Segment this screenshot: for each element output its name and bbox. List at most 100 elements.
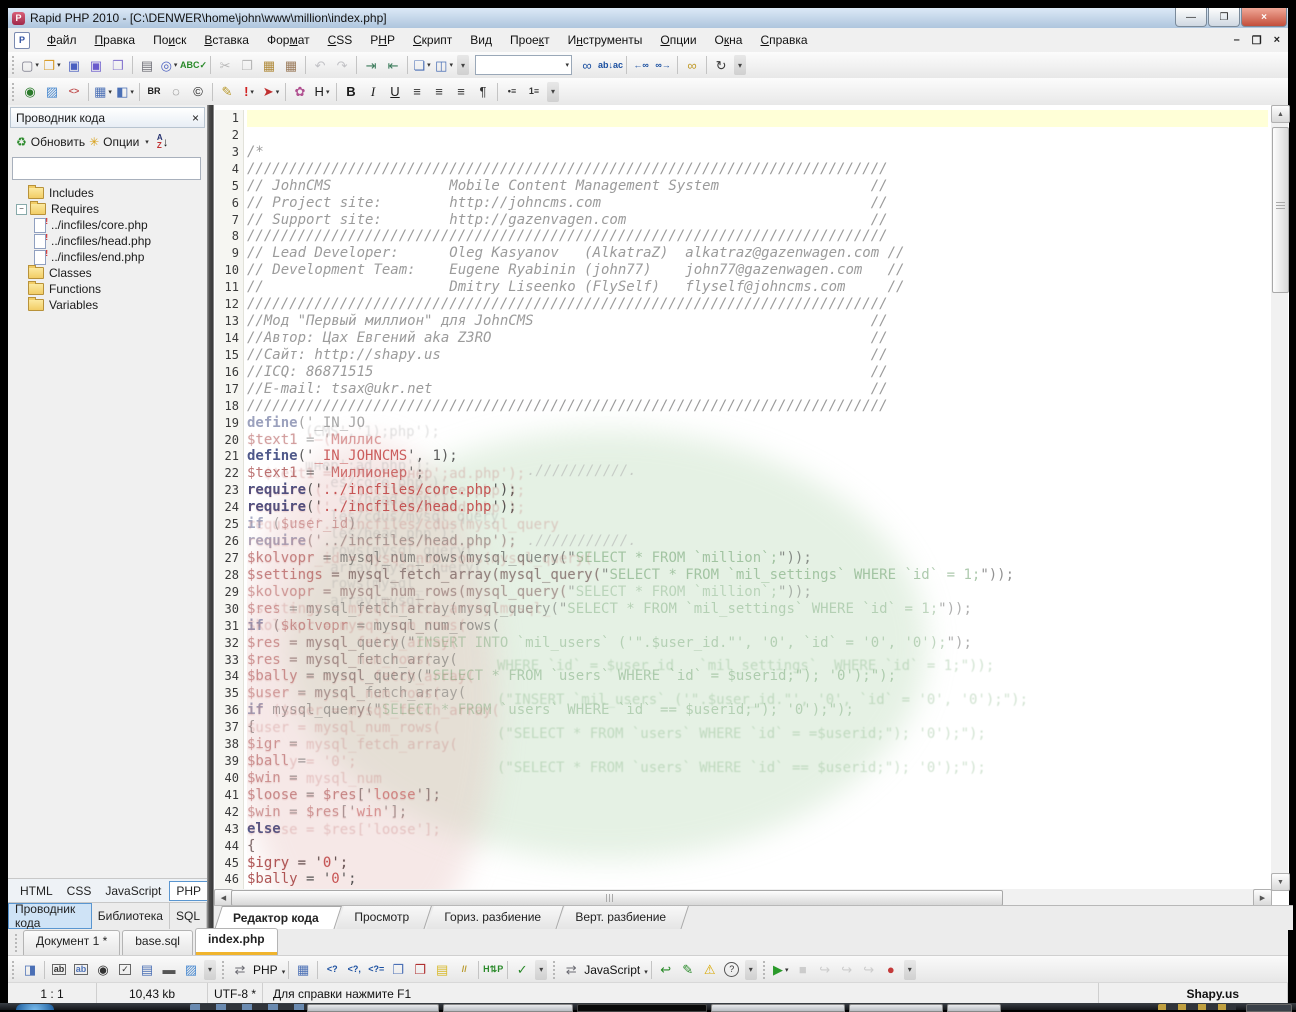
view-tab-верт-разбиение[interactable]: Верт. разбиение xyxy=(557,906,689,930)
spell-check-button[interactable]: ABC✓ xyxy=(180,54,207,76)
toolbar1-grip[interactable] xyxy=(11,56,16,74)
paste-formatted-button[interactable]: ▦ xyxy=(280,54,302,76)
tab-css[interactable]: CSS xyxy=(61,882,98,900)
menu-правка[interactable]: Правка xyxy=(86,30,145,50)
php-overflow-button[interactable]: ▾ xyxy=(535,960,547,980)
print-preview-button[interactable]: ◎▾ xyxy=(158,54,180,76)
step-into-button[interactable]: ↪ xyxy=(836,959,858,981)
push-button-button[interactable]: ▬ xyxy=(158,959,180,981)
taskbar-button[interactable] xyxy=(711,1004,845,1012)
outdent-button[interactable]: ⇤ xyxy=(382,54,404,76)
horizontal-scroll-thumb[interactable] xyxy=(231,890,1003,906)
find-next-button[interactable]: ∞→ xyxy=(652,54,674,76)
new-document-button[interactable]: ▢▾ xyxy=(19,54,41,76)
bold-button[interactable]: B xyxy=(340,81,362,103)
taskbar-button[interactable] xyxy=(849,1004,943,1012)
menu-справка[interactable]: Справка xyxy=(751,30,816,50)
important-tag-button[interactable]: !▾ xyxy=(238,81,260,103)
html-php-convert-button[interactable]: H⇅P xyxy=(482,959,504,981)
text-input-button[interactable]: ab xyxy=(48,959,70,981)
find-overflow-button[interactable]: ▾ xyxy=(734,55,746,75)
php-menu[interactable]: PHP▾ xyxy=(251,963,285,977)
stop-button[interactable]: ■ xyxy=(792,959,814,981)
redo-button[interactable]: ↷ xyxy=(331,54,353,76)
run-button[interactable]: ▶▾ xyxy=(770,959,792,981)
comment-tag-button[interactable]: ✎ xyxy=(216,81,238,103)
debug-toolbar-grip[interactable] xyxy=(762,961,767,979)
menu-файл[interactable]: Файл xyxy=(38,30,86,50)
align-right-button[interactable]: ≡ xyxy=(450,81,472,103)
tree-item-incfiles-head-php[interactable]: ../incfiles/head.php xyxy=(10,233,205,249)
php-comment-button[interactable]: // xyxy=(453,959,475,981)
find-previous-button[interactable]: ←∞ xyxy=(630,54,652,76)
mdi-minimize-button[interactable]: – xyxy=(1234,34,1240,46)
horizontal-scrollbar[interactable]: ◀ ▶ xyxy=(214,889,1270,905)
explorer-filter-input[interactable] xyxy=(12,157,201,180)
cut-button[interactable]: ✂ xyxy=(214,54,236,76)
tree-item-classes[interactable]: Classes xyxy=(10,265,205,281)
panel-close-icon[interactable]: × xyxy=(192,111,199,125)
scroll-up-button[interactable]: ▲ xyxy=(1271,105,1290,123)
tree-item-variables[interactable]: Variables xyxy=(10,297,205,313)
view-tab-просмотр[interactable]: Просмотр xyxy=(336,906,432,930)
tab-javascript[interactable]: JavaScript xyxy=(99,882,167,900)
taskbar-button[interactable] xyxy=(307,1004,439,1012)
doc-tab-base-sql[interactable]: base.sql xyxy=(122,930,193,955)
tab-sql[interactable]: SQL xyxy=(170,903,207,929)
open-file-button[interactable]: ❒▾ xyxy=(41,54,63,76)
php-include-page-button[interactable]: ❐ xyxy=(387,959,409,981)
replace-button[interactable]: ab↓ac xyxy=(598,54,623,76)
menu-вставка[interactable]: Вставка xyxy=(195,30,258,50)
find-button[interactable]: ∞ xyxy=(576,54,598,76)
save-all-button[interactable]: ▣ xyxy=(85,54,107,76)
forms-overflow-button[interactable]: ▾ xyxy=(204,960,216,980)
tree-item-requires[interactable]: −Requires xyxy=(10,201,205,217)
underline-button[interactable]: U xyxy=(384,81,406,103)
doc-tab-документ-1[interactable]: Документ 1 * xyxy=(23,930,120,955)
menu-php[interactable]: PHP xyxy=(361,30,404,50)
tree-item-includes[interactable]: Includes xyxy=(10,185,205,201)
bullet-list-button[interactable]: •≡ xyxy=(501,81,523,103)
js-edit-button[interactable]: ✎ xyxy=(677,959,699,981)
step-over-button[interactable]: ↪ xyxy=(814,959,836,981)
form-button[interactable]: ◨ xyxy=(19,959,41,981)
collapse-icon[interactable]: − xyxy=(16,204,27,215)
code-colors-button[interactable]: <> xyxy=(63,81,85,103)
save-to-folder-button[interactable]: ❒ xyxy=(107,54,129,76)
radio-button-button[interactable]: ◉ xyxy=(92,959,114,981)
menu-css[interactable]: CSS xyxy=(319,30,362,50)
minimize-button[interactable]: — xyxy=(1175,8,1207,27)
insert-form-button[interactable]: ◧▾ xyxy=(114,81,136,103)
debug-overflow-button[interactable]: ▾ xyxy=(904,960,916,980)
quick-search-combo[interactable]: ▾ xyxy=(475,55,572,75)
indent-button[interactable]: ⇥ xyxy=(360,54,382,76)
forms-toolbar-grip[interactable] xyxy=(11,961,16,979)
js-convert-icon[interactable]: ⇄ xyxy=(560,959,582,981)
php-convert-icon[interactable]: ⇄ xyxy=(229,959,251,981)
view-tab-гориз-разбиение[interactable]: Гориз. разбиение xyxy=(426,906,564,930)
toolbar1-overflow-button[interactable]: ▾ xyxy=(457,55,469,75)
menu-проект[interactable]: Проект xyxy=(501,30,559,50)
taskbar-button[interactable] xyxy=(443,1004,573,1012)
insert-table-button[interactable]: ▦▾ xyxy=(92,81,114,103)
toolbar2-overflow-button[interactable]: ▾ xyxy=(547,82,559,102)
tab-проводник-кода[interactable]: Проводник кода xyxy=(8,903,92,929)
combo-dropdown-icon[interactable]: ▾ xyxy=(566,61,570,69)
menu-вид[interactable]: Вид xyxy=(461,30,501,50)
js-overflow-button[interactable]: ▾ xyxy=(745,960,757,980)
options-button[interactable]: Опции xyxy=(103,135,139,149)
view-tab-редактор-кода[interactable]: Редактор кода xyxy=(214,906,342,930)
italic-button[interactable]: I xyxy=(362,81,384,103)
code-editor[interactable]: 1234567891011121314151617181920212223242… xyxy=(213,105,1289,929)
taskbar-button[interactable] xyxy=(947,1004,1001,1012)
listbox-button[interactable]: ▤ xyxy=(136,959,158,981)
print-button[interactable]: ▤ xyxy=(136,54,158,76)
tree-item-functions[interactable]: Functions xyxy=(10,281,205,297)
php-note-button[interactable]: ▤ xyxy=(431,959,453,981)
align-left-button[interactable]: ≡ xyxy=(406,81,428,103)
vertical-scroll-thumb[interactable] xyxy=(1272,127,1289,293)
align-center-button[interactable]: ≡ xyxy=(428,81,450,103)
copyright-button[interactable]: © xyxy=(187,81,209,103)
php-echo-tag-button[interactable]: <?= xyxy=(365,959,387,981)
options-dropdown-icon[interactable]: ▾ xyxy=(145,138,149,146)
